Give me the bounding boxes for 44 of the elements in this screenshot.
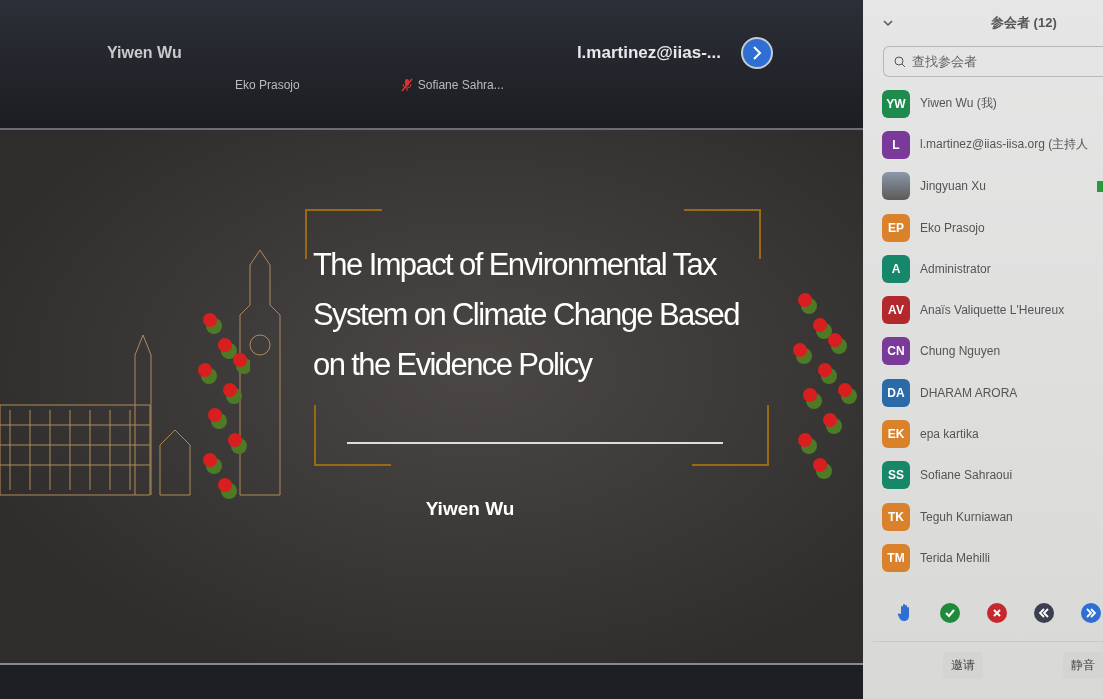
participant-name[interactable]: Anaïs Valiquette L'Heureux: [920, 303, 1065, 318]
participant-name[interactable]: Jingyuan Xu: [920, 179, 987, 194]
participant-name[interactable]: Eko Prasojo: [920, 220, 985, 235]
participant-name[interactable]: Teguh Kurniawan: [920, 509, 1013, 524]
panel-title: 参会者 (12): [991, 14, 1057, 32]
avatar: CN: [882, 337, 910, 366]
avatar: YW: [882, 89, 910, 118]
participant-name: Eko Prasojo: [235, 78, 300, 92]
next-page-button[interactable]: [741, 37, 773, 69]
avatar: EP: [882, 213, 910, 242]
avatar: SS: [882, 461, 910, 490]
photo-placeholder: [882, 172, 910, 201]
slide-author: Yiwen Wu: [424, 498, 516, 520]
collapse-icon[interactable]: [883, 19, 893, 27]
avatar: AV: [882, 296, 910, 325]
avatar: DA: [882, 378, 910, 407]
mute-button[interactable]: 静音: [1063, 651, 1103, 679]
participant-name[interactable]: DHARAM ARORA: [920, 385, 1018, 400]
participant-name: Sofiane Sahra...: [417, 78, 504, 92]
avatar: A: [882, 254, 910, 283]
double-left-icon[interactable]: [1034, 602, 1054, 623]
avatar: L: [882, 130, 910, 159]
participant-name[interactable]: Terida Mehilli: [920, 550, 991, 565]
avatar: TM: [882, 543, 910, 572]
participant-name: l.martinez@iias-...: [576, 43, 721, 63]
participant-name[interactable]: Sofiane Sahraoui: [920, 468, 1013, 483]
participant-name[interactable]: Chung Nguyen: [920, 344, 1001, 359]
participant-name[interactable]: epa kartika: [920, 427, 979, 441]
participant-name[interactable]: Administrator: [920, 261, 991, 276]
search-field[interactable]: 查找参会者: [883, 46, 1103, 77]
avatar: TK: [882, 502, 910, 531]
slide-title: The Impact of Environmental Tax System on Climate Change Based on the Evidence Policy: [313, 246, 740, 384]
participant-name[interactable]: Yiwen Wu (我): [920, 95, 997, 113]
invite-button[interactable]: 邀请: [943, 651, 983, 679]
close-icon[interactable]: [987, 602, 1007, 623]
search-icon: [894, 55, 906, 68]
search-input[interactable]: 查找参会者: [910, 53, 1084, 70]
chevron-right-icon: [751, 46, 763, 60]
muted-microphone-icon: [399, 78, 414, 92]
participant-name[interactable]: l.martinez@iias-iisa.org (主持人: [920, 136, 1089, 154]
check-icon[interactable]: [940, 602, 960, 623]
double-right-icon[interactable]: [1081, 602, 1101, 623]
participant-name: Yiwen Wu: [107, 44, 182, 62]
avatar: EK: [882, 420, 910, 448]
